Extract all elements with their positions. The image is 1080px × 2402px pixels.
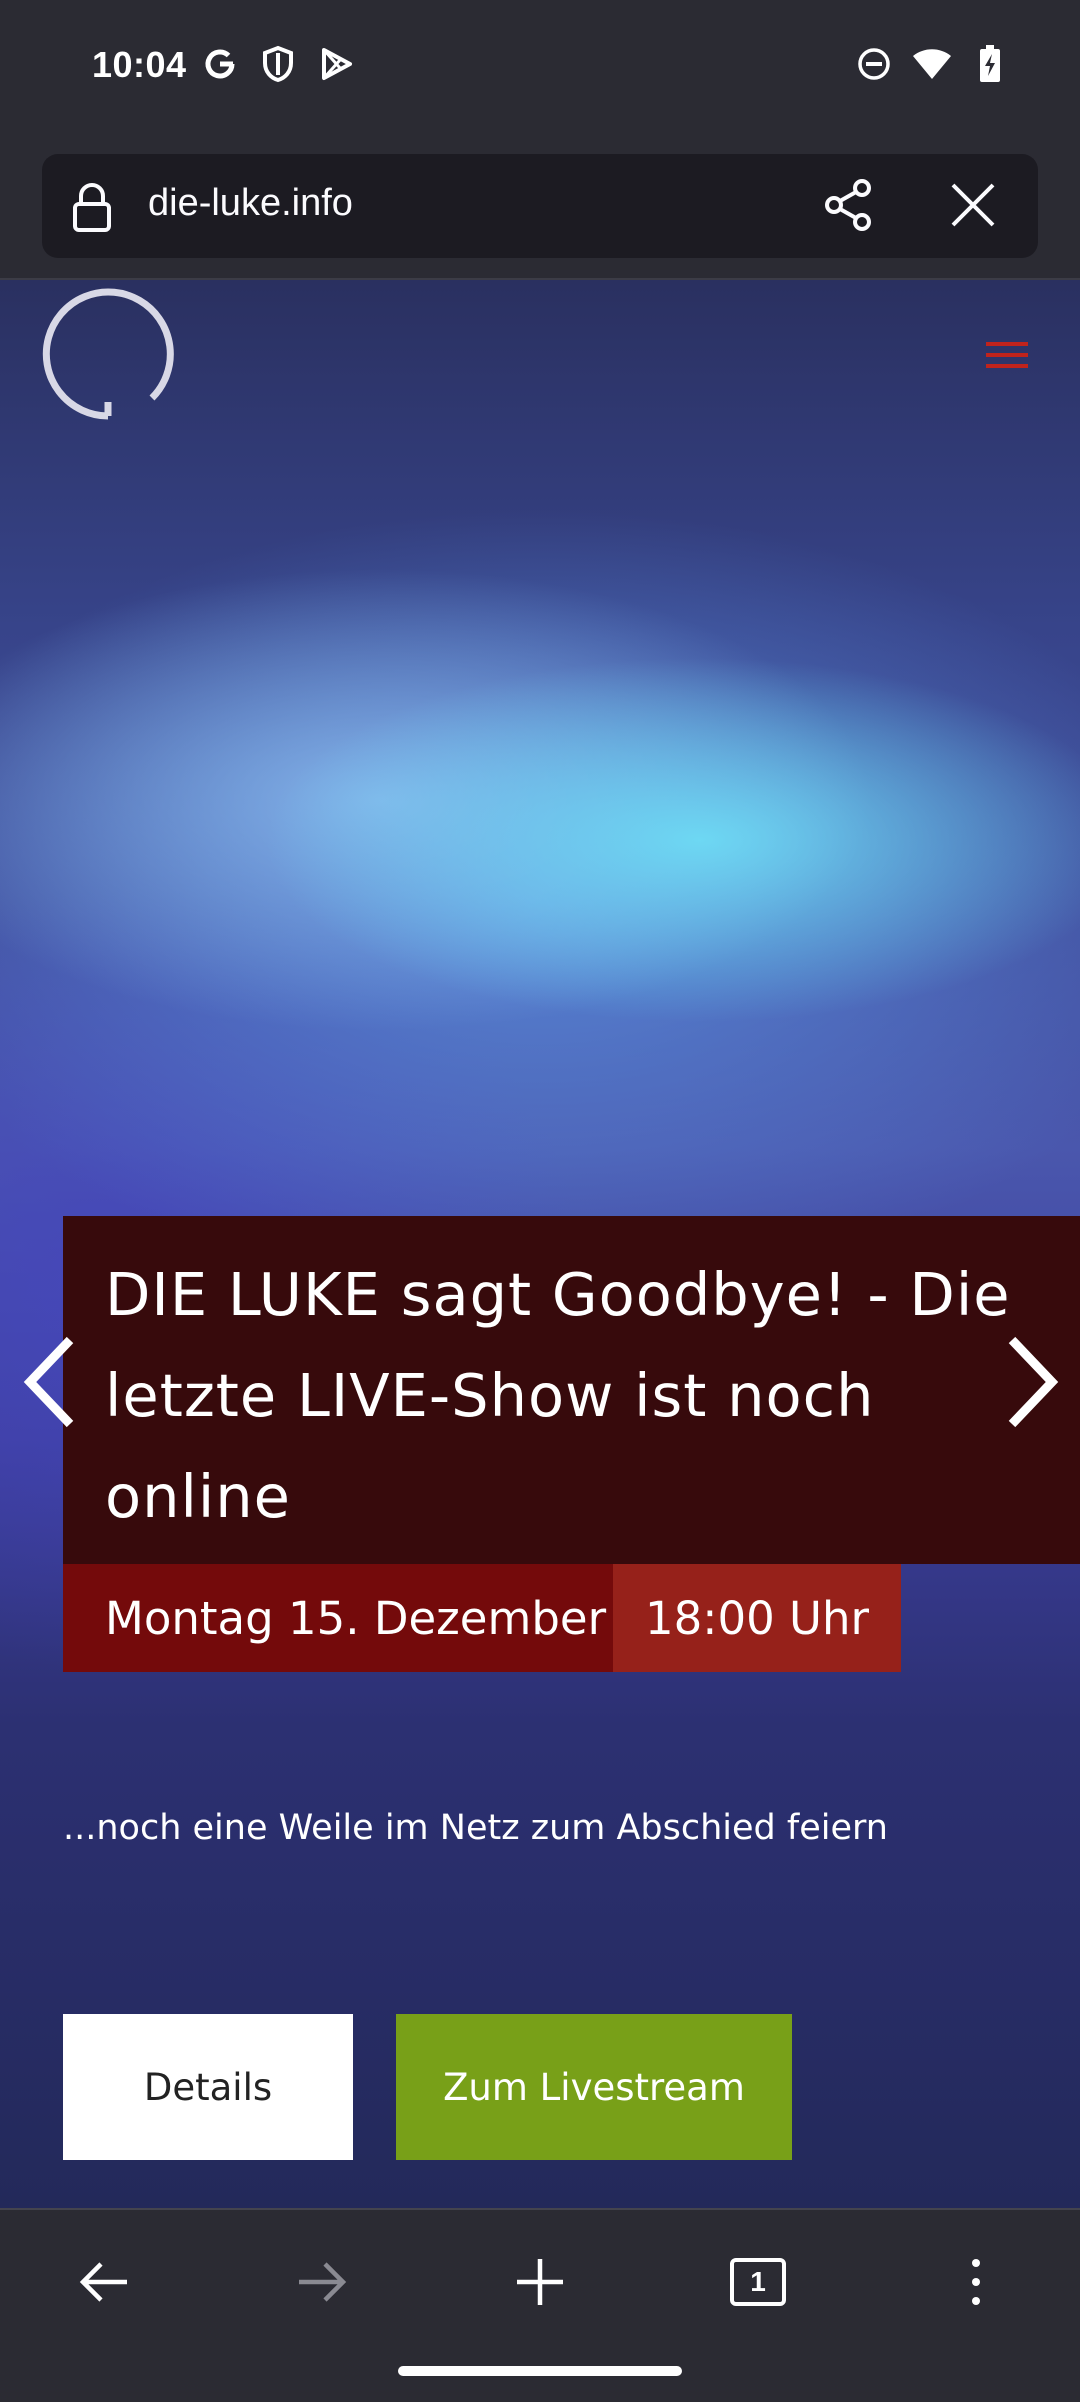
- dnd-icon: [854, 44, 894, 84]
- event-time: 18:00 Uhr: [613, 1564, 901, 1672]
- gesture-bar[interactable]: [398, 2366, 682, 2376]
- vpn-shield-icon: [258, 44, 298, 84]
- headline-box[interactable]: DIE LUKE sagt Goodbye! - Die letzte LIVE…: [63, 1216, 1080, 1564]
- event-date: Montag 15. Dezember: [63, 1564, 613, 1672]
- share-icon[interactable]: [822, 178, 876, 236]
- web-page-content: DIE LUKE sagt Goodbye! - Die letzte LIVE…: [0, 280, 1080, 2208]
- browser-toolbar: die-luke.info: [0, 140, 1080, 280]
- more-menu-icon[interactable]: [944, 2250, 1008, 2314]
- carousel-next-icon[interactable]: [1002, 1332, 1062, 1436]
- livestream-button[interactable]: Zum Livestream: [396, 2014, 792, 2160]
- carousel-prev-icon[interactable]: [20, 1332, 80, 1436]
- back-arrow-icon[interactable]: [72, 2250, 136, 2314]
- hamburger-menu-icon[interactable]: [986, 338, 1028, 376]
- wifi-icon: [912, 44, 952, 84]
- tab-counter-icon[interactable]: 1: [726, 2250, 790, 2314]
- url-bar[interactable]: die-luke.info: [42, 154, 1038, 258]
- headline[interactable]: DIE LUKE sagt Goodbye! - Die letzte LIVE…: [105, 1244, 1055, 1547]
- battery-charging-icon: [970, 44, 1010, 84]
- play-store-icon: [316, 44, 356, 84]
- details-button[interactable]: Details: [63, 2014, 353, 2160]
- forward-arrow-icon[interactable]: [290, 2250, 354, 2314]
- new-tab-plus-icon[interactable]: [508, 2250, 572, 2314]
- url-text[interactable]: die-luke.info: [148, 182, 353, 225]
- status-bar: 10:04: [0, 0, 1080, 140]
- close-icon[interactable]: [948, 180, 998, 234]
- status-time: 10:04: [92, 44, 187, 85]
- lock-icon[interactable]: [72, 182, 112, 236]
- hero-subtitle: ...noch eine Weile im Netz zum Abschied …: [63, 1808, 888, 1848]
- site-logo[interactable]: [40, 286, 176, 426]
- tab-count[interactable]: 1: [730, 2258, 786, 2306]
- google-icon: [200, 44, 240, 84]
